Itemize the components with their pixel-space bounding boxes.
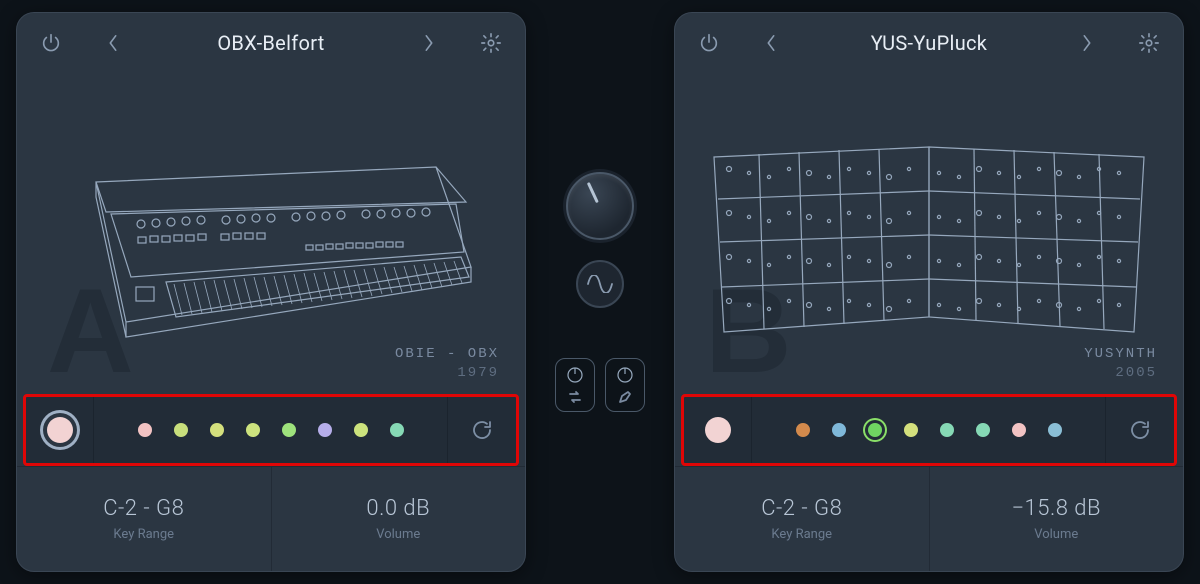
volume-label: Volume <box>376 527 420 542</box>
volume-value: 0.0 dB <box>366 496 430 521</box>
volume-value: −15.8 dB <box>1011 496 1101 521</box>
settings-button[interactable] <box>1133 27 1165 59</box>
waveform-mode-button[interactable] <box>576 260 624 308</box>
preset-slot-dot[interactable] <box>282 423 296 437</box>
slot-a-header: OBX-Belfort <box>17 13 525 73</box>
synth-year: 1979 <box>395 364 499 384</box>
key-range-cell[interactable]: C-2 - G8 Key Range <box>17 467 272 571</box>
next-preset-button[interactable] <box>415 27 443 59</box>
key-range-label: Key Range <box>113 527 174 542</box>
key-range-value: C-2 - G8 <box>761 496 842 521</box>
randomize-button[interactable] <box>1106 397 1174 463</box>
preset-slot-dot[interactable] <box>904 423 918 437</box>
volume-cell[interactable]: −15.8 dB Volume <box>930 467 1184 571</box>
power-button[interactable] <box>35 27 67 59</box>
preset-slot-dot[interactable] <box>1048 423 1062 437</box>
slot-b-panel: YUS-YuPluck B <box>674 12 1184 572</box>
preset-name[interactable]: YUS-YuPluck <box>791 31 1067 55</box>
slot-footer: C-2 - G8 Key Range −15.8 dB Volume <box>675 466 1183 571</box>
randomize-button[interactable] <box>448 397 516 463</box>
preset-color-slots <box>752 397 1106 463</box>
synth-illustration: B YUSYNTH 2005 <box>675 73 1183 390</box>
preset-slot-dot[interactable] <box>210 423 224 437</box>
prev-preset-button[interactable] <box>99 27 127 59</box>
key-range-label: Key Range <box>771 527 832 542</box>
synth-year: 2005 <box>1084 364 1157 384</box>
synth-illustration: A <box>17 73 525 390</box>
preset-slot-dot[interactable] <box>354 423 368 437</box>
preset-slot-dot[interactable] <box>940 423 954 437</box>
preset-slot-dot[interactable] <box>246 423 260 437</box>
power-button[interactable] <box>693 27 725 59</box>
macro-view-button[interactable] <box>26 397 94 463</box>
key-range-value: C-2 - G8 <box>103 496 184 521</box>
slot-a-panel: OBX-Belfort A <box>16 12 526 572</box>
center-blend-column <box>526 12 674 572</box>
preset-slot-dot[interactable] <box>318 423 332 437</box>
prev-preset-button[interactable] <box>757 27 785 59</box>
synth-maker: YUSYNTH <box>1084 345 1157 365</box>
preset-slot-dot[interactable] <box>1012 423 1026 437</box>
preset-slot-dot[interactable] <box>390 423 404 437</box>
preset-slot-dot[interactable] <box>868 423 882 437</box>
preset-slot-strip <box>681 394 1177 466</box>
slot-footer: C-2 - G8 Key Range 0.0 dB Volume <box>17 466 525 571</box>
preset-slot-strip <box>23 394 519 466</box>
settings-button[interactable] <box>475 27 507 59</box>
volume-label: Volume <box>1034 527 1078 542</box>
preset-color-slots <box>94 397 448 463</box>
main-indicator-dot <box>705 417 731 443</box>
main-indicator-dot <box>47 417 73 443</box>
macro-view-button[interactable] <box>684 397 752 463</box>
slot-b-header: YUS-YuPluck <box>675 13 1183 73</box>
preset-slot-dot[interactable] <box>138 423 152 437</box>
preset-slot-dot[interactable] <box>832 423 846 437</box>
preset-name[interactable]: OBX-Belfort <box>133 31 409 55</box>
preset-slot-dot[interactable] <box>976 423 990 437</box>
next-preset-button[interactable] <box>1073 27 1101 59</box>
preset-slot-dot[interactable] <box>174 423 188 437</box>
edit-mode-button[interactable] <box>605 358 645 412</box>
key-range-cell[interactable]: C-2 - G8 Key Range <box>675 467 930 571</box>
swap-slots-button[interactable] <box>555 358 595 412</box>
preset-slot-dot[interactable] <box>796 423 810 437</box>
blend-knob[interactable] <box>566 172 634 240</box>
synth-info: YUSYNTH 2005 <box>1084 345 1157 384</box>
volume-cell[interactable]: 0.0 dB Volume <box>272 467 526 571</box>
